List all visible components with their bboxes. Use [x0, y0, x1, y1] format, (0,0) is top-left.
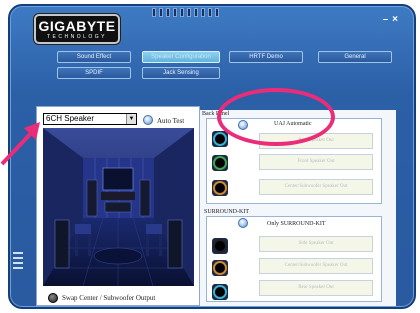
header-ticks-decoration: [152, 8, 224, 18]
minimize-button[interactable]: –: [383, 14, 389, 25]
jack-orange-icon[interactable]: [212, 260, 228, 276]
jack-orange-icon[interactable]: [212, 180, 228, 196]
kit-output-side[interactable]: Side Speaker Out: [259, 236, 373, 252]
tab-general[interactable]: General: [318, 51, 392, 63]
tab-sound-effect[interactable]: Sound Effect: [57, 51, 131, 63]
only-surround-kit-radio-icon[interactable]: [238, 218, 248, 228]
tab-hrtf-demo[interactable]: HRTF Demo: [229, 51, 303, 63]
speaker-room-image: [43, 128, 194, 286]
grip-icon[interactable]: [13, 252, 23, 274]
back-output-center-sub[interactable]: Center/Subwoofer Speaker Out: [259, 179, 373, 195]
back-output-front[interactable]: Front Speaker Out: [259, 154, 373, 170]
auto-test-label: Auto Test: [157, 117, 185, 125]
jack-black-icon[interactable]: [212, 238, 228, 254]
tab-speaker-configuration[interactable]: Speaker Configuration: [142, 51, 220, 63]
swap-output-label: Swap Center / Subwoofer Output: [62, 294, 156, 302]
jack-blue-icon[interactable]: [212, 131, 228, 147]
window-controls: – ×: [383, 14, 398, 25]
chevron-down-icon[interactable]: ▼: [126, 114, 136, 124]
kit-output-rear[interactable]: Rear Speaker Out: [259, 280, 373, 296]
arrow-icon: [0, 122, 40, 166]
close-button[interactable]: ×: [392, 14, 398, 25]
jack-green-icon[interactable]: [212, 155, 228, 171]
only-surround-kit-label: Only SURROUND-KIT: [267, 221, 326, 227]
jack-blue-icon[interactable]: [212, 284, 228, 300]
speaker-mode-value: 6CH Speaker: [46, 114, 95, 123]
surround-kit-title: SURROUND-KIT: [204, 209, 249, 215]
highlight-circle-annotation: [217, 88, 335, 146]
kit-output-center-sub[interactable]: Center/Subwoofer Speaker Out: [259, 258, 373, 274]
speaker-mode-select[interactable]: 6CH Speaker ▼: [43, 113, 137, 125]
swap-output-radio-icon[interactable]: [48, 293, 58, 303]
auto-test-radio-icon[interactable]: [143, 115, 153, 125]
brand-main: GIGABYTE: [38, 18, 116, 34]
brand-sub: TECHNOLOGY: [46, 34, 107, 40]
tab-spdif[interactable]: SPDIF: [57, 67, 131, 79]
tab-jack-sensing[interactable]: Jack Sensing: [142, 67, 220, 79]
brand-logo: GIGABYTE TECHNOLOGY: [34, 14, 120, 44]
